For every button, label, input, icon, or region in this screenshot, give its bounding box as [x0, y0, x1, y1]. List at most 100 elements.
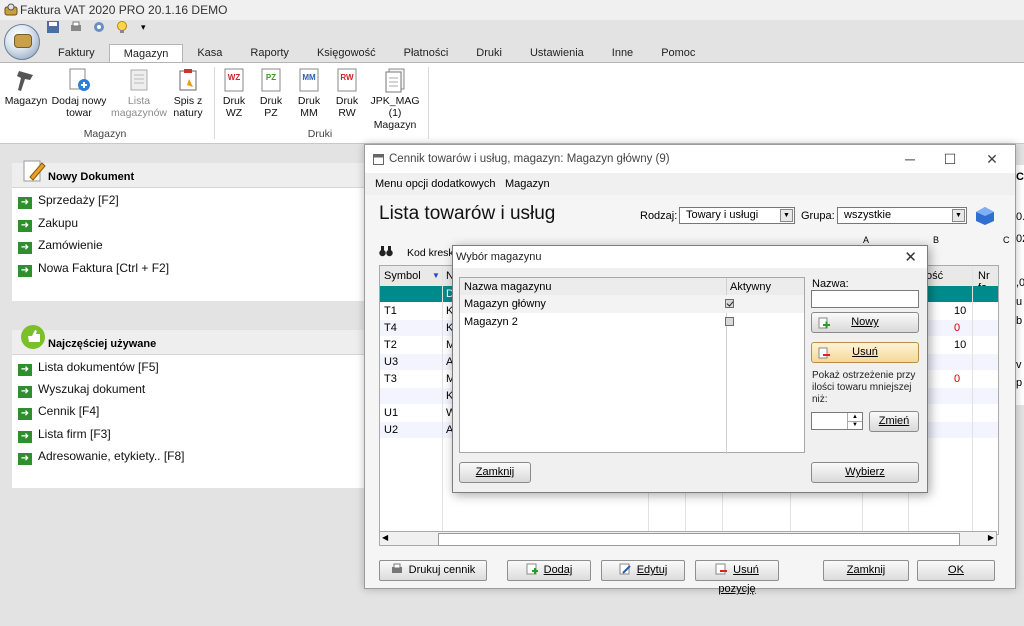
- inventory-count-button[interactable]: Spis z natury: [168, 67, 208, 119]
- tab-pomoc[interactable]: Pomoc: [647, 44, 709, 63]
- tab-platnosci[interactable]: Płatności: [390, 44, 463, 63]
- tab-faktury[interactable]: Faktury: [44, 44, 109, 63]
- window-title: Cennik towarów i usług, magazyn: Magazyn…: [389, 153, 670, 165]
- ok-button[interactable]: OK: [917, 560, 995, 581]
- list-header: Nazwa magazynu Aktywny: [460, 278, 804, 454]
- pz-document-icon: PZ: [258, 67, 284, 93]
- app-title: Faktura VAT 2020 PRO 20.1.16 DEMO: [20, 3, 228, 17]
- print-icon[interactable]: [69, 20, 83, 34]
- column-header-quantity[interactable]: ość: [926, 270, 943, 282]
- horizontal-scrollbar[interactable]: ◀ ▶: [379, 531, 997, 546]
- link-zakupu[interactable]: ➜ Zakupu: [18, 216, 78, 232]
- tab-ustawienia[interactable]: Ustawienia: [516, 44, 598, 63]
- menu-magazyn[interactable]: Magazyn: [505, 178, 550, 190]
- magazyn-button[interactable]: Magazyn: [4, 67, 48, 107]
- tools-icon[interactable]: [92, 20, 106, 34]
- customize-qat-icon[interactable]: ▾: [138, 20, 148, 34]
- list-item[interactable]: Magazyn główny: [460, 295, 804, 313]
- add-product-button[interactable]: Dodaj nowy towar: [50, 67, 108, 119]
- column-divider: [972, 266, 973, 534]
- chevron-down-icon: ▼: [952, 209, 965, 222]
- add-button[interactable]: Dodaj: [507, 560, 591, 581]
- tab-druki[interactable]: Druki: [462, 44, 516, 63]
- tab-kasa[interactable]: Kasa: [183, 44, 236, 63]
- link-nowa-faktura[interactable]: ➜ Nowa Faktura [Ctrl + F2]: [18, 261, 169, 277]
- warehouse-list: Nazwa magazynu Aktywny Magazyn główny Ma…: [459, 277, 805, 454]
- tab-ksiegowosc[interactable]: Księgowość: [303, 44, 390, 63]
- print-rw-button[interactable]: RW Druk RW: [332, 67, 362, 119]
- add-icon: [526, 563, 538, 575]
- app-menu-orb[interactable]: [4, 24, 40, 60]
- svg-text:RW: RW: [340, 73, 354, 82]
- warehouse-list-button[interactable]: Lista magazynów: [110, 67, 168, 119]
- column-header-active[interactable]: Aktywny: [730, 281, 771, 293]
- binoculars-icon[interactable]: [379, 245, 393, 257]
- dialog-title: Wybór magazynu: [456, 251, 542, 263]
- arrow-right-icon: ➜: [18, 453, 32, 465]
- tab-raporty[interactable]: Raporty: [236, 44, 303, 63]
- close-button[interactable]: Zamknij: [823, 560, 909, 581]
- group-separator: [428, 67, 429, 139]
- document-stack-icon: [382, 67, 408, 93]
- pencil-document-icon: [23, 160, 46, 182]
- svg-text:PZ: PZ: [266, 73, 276, 82]
- dialog-close-button[interactable]: Zamknij: [459, 462, 531, 483]
- list-item[interactable]: Magazyn 2: [460, 313, 804, 331]
- panel-header: Najczęściej używane: [12, 325, 364, 355]
- clipboard-icon: [175, 67, 201, 93]
- print-pz-button[interactable]: PZ Druk PZ: [256, 67, 286, 119]
- scroll-left-icon[interactable]: ◀: [382, 533, 388, 542]
- column-header-name[interactable]: Nazwa magazynu: [464, 281, 551, 293]
- ribbon: Magazyn Dodaj nowy towar Lista magazynów S…: [0, 62, 1024, 144]
- minimize-icon[interactable]: ─: [895, 149, 925, 169]
- edit-icon: [619, 563, 631, 575]
- edit-button[interactable]: Edytuj: [601, 560, 685, 581]
- change-button[interactable]: Zmień: [869, 411, 919, 432]
- link-adresowanie[interactable]: ➜ Adresowanie, etykiety.. [F8]: [18, 449, 185, 465]
- arrow-right-icon: ➜: [18, 386, 32, 398]
- spin-down-icon[interactable]: ▼: [847, 421, 862, 429]
- cube-icon[interactable]: [975, 206, 995, 226]
- sort-desc-icon[interactable]: ▼: [432, 271, 440, 280]
- close-icon[interactable]: ✕: [904, 248, 917, 266]
- rodzaj-select[interactable]: Towary i usługi ▼: [679, 207, 795, 224]
- jpk-mag-button[interactable]: JPK_MAG (1) Magazyn: [366, 67, 424, 131]
- lightbulb-icon[interactable]: [115, 20, 129, 34]
- save-icon[interactable]: [46, 20, 60, 34]
- scroll-thumb[interactable]: [438, 533, 960, 546]
- close-icon[interactable]: ✕: [977, 149, 1007, 169]
- name-input[interactable]: [811, 290, 919, 308]
- link-lista-firm[interactable]: ➜ Lista firm [F3]: [18, 427, 111, 443]
- low-stock-warning-label: Pokaż ostrzeżenie przy ilości towaru mni…: [812, 370, 916, 405]
- dialog-titlebar: Wybór magazynu ✕: [453, 246, 927, 268]
- menu-additional-options[interactable]: Menu opcji dodatkowych: [375, 178, 495, 190]
- link-wyszukaj-dokument[interactable]: ➜ Wyszukaj dokument: [18, 382, 145, 398]
- column-header-symbol[interactable]: Symbol: [384, 270, 421, 282]
- delete-warehouse-button[interactable]: Usuń: [811, 342, 919, 363]
- select-button[interactable]: Wybierz: [811, 462, 919, 483]
- threshold-spinner[interactable]: ▲ ▼: [811, 412, 863, 430]
- scroll-right-icon[interactable]: ▶: [988, 533, 994, 542]
- print-price-list-button[interactable]: Drukuj cennik: [379, 560, 487, 581]
- link-cennik[interactable]: ➜ Cennik [F4]: [18, 404, 99, 420]
- grupa-select[interactable]: wszystkie ▼: [837, 207, 967, 224]
- print-mm-button[interactable]: MM Druk MM: [294, 67, 324, 119]
- new-warehouse-button[interactable]: Nowy: [811, 312, 919, 333]
- group-label-magazyn: Magazyn: [83, 128, 127, 140]
- panel-header: Nowy Dokument: [12, 160, 364, 188]
- rodzaj-label: Rodzaj:: [640, 210, 678, 222]
- active-checkbox[interactable]: [725, 317, 734, 326]
- link-lista-dokumentow[interactable]: ➜ Lista dokumentów [F5]: [18, 360, 159, 376]
- print-wz-button[interactable]: WZ Druk WZ: [218, 67, 250, 119]
- tab-magazyn[interactable]: Magazyn: [108, 44, 184, 63]
- list-icon: [126, 67, 152, 93]
- column-letter: B: [933, 235, 940, 245]
- maximize-icon[interactable]: ☐: [935, 149, 965, 169]
- active-checkbox[interactable]: [725, 299, 734, 308]
- link-sprzedazy[interactable]: ➜ Sprzedaży [F2]: [18, 193, 119, 209]
- panel-title: Najczęściej używane: [48, 338, 157, 350]
- delete-item-button[interactable]: Usuń pozycję: [695, 560, 779, 595]
- link-zamowienie[interactable]: ➜ Zamówienie: [18, 238, 103, 254]
- page-title: Lista towarów i usług: [379, 203, 556, 224]
- tab-inne[interactable]: Inne: [598, 44, 647, 63]
